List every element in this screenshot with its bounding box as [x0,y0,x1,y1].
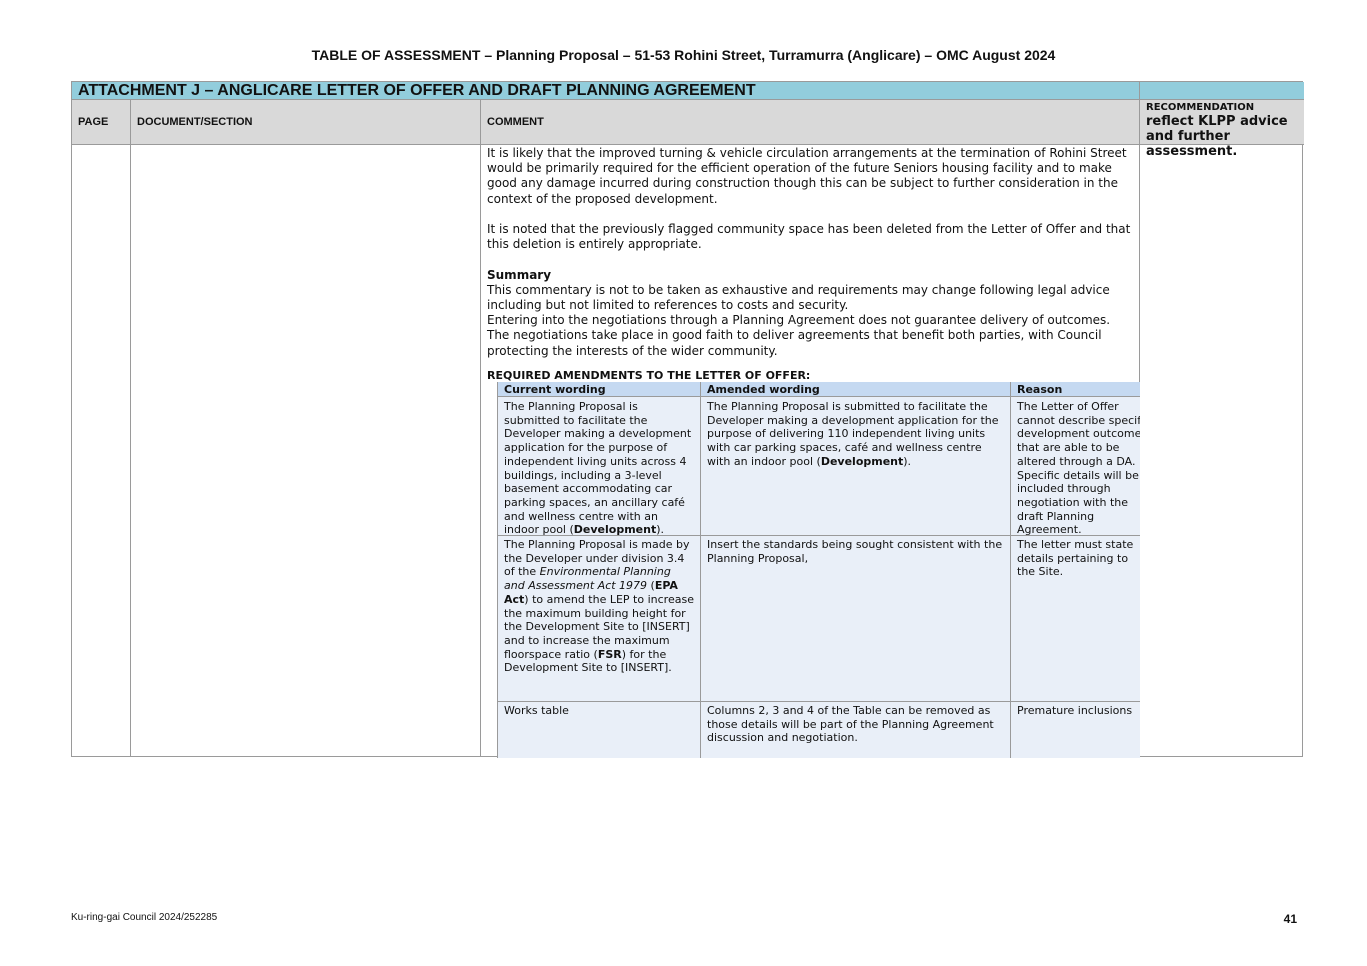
recommendation-text: reflect KLPP advice and further assessme… [1146,114,1288,159]
summary-paragraph-2: Entering into the negotiations through a… [487,313,1111,358]
attachment-title: ATTACHMENT J – ANGLICARE LETTER OF OFFER… [78,82,756,99]
row1-reason: The Letter of Offer cannot describe spec… [1017,400,1140,537]
summary-heading: Summary [487,267,552,282]
document-title: TABLE OF ASSESSMENT – Planning Proposal … [311,47,1056,63]
header-page: PAGE [78,116,109,128]
row2-reason: The letter must state details pertaining… [1017,538,1134,579]
footer-reference: Ku-ring-gai Council 2024/252285 [71,912,218,923]
amendments-table: Current wording Amended wording Reason T… [497,382,1140,758]
attachment-band: ATTACHMENT J – ANGLICARE LETTER OF OFFER… [72,82,1304,100]
col-divider-document [480,100,481,756]
summary-paragraph-1: This commentary is not to be taken as ex… [487,282,1110,312]
col-divider-page [130,100,131,756]
row3-reason: Premature inclusions [1017,704,1133,717]
amend-row-divider-2 [497,701,1140,702]
row2-current-wording: The Planning Proposal is made by the Dev… [504,538,694,675]
page-number: 41 [1283,912,1297,926]
header-comment: COMMENT [487,116,544,128]
row3-amended-wording: Columns 2, 3 and 4 of the Table can be r… [707,704,994,745]
table-header-row: PAGE DOCUMENT/SECTION COMMENT [72,100,1304,145]
row2-amended-wording: Insert the standards being sought consis… [707,538,1003,565]
header-document-section: DOCUMENT/SECTION [137,116,253,128]
comment-paragraph-2: It is noted that the previously flagged … [487,222,1131,252]
recommendation-header: RECOMMENDATION reflect KLPP advice and f… [1146,102,1301,159]
comment-paragraph-1: It is likely that the improved turning &… [487,146,1127,206]
comment-cell: It is likely that the improved turning &… [487,146,1135,359]
col-current-wording: Current wording [504,383,606,396]
col-amended-wording: Amended wording [707,383,820,396]
row3-current-wording: Works table [504,704,569,717]
row1-amended-wording: The Planning Proposal is submitted to fa… [707,400,999,468]
required-amendments-heading: REQUIRED AMENDMENTS TO THE LETTER OF OFF… [487,369,811,382]
row1-current-wording: The Planning Proposal is submitted to fa… [504,400,692,537]
col-reason: Reason [1017,383,1063,396]
assessment-table: ATTACHMENT J – ANGLICARE LETTER OF OFFER… [71,81,1304,758]
amendments-header-row: Current wording Amended wording Reason [497,382,1140,397]
recommendation-label: RECOMMENDATION [1146,102,1255,113]
